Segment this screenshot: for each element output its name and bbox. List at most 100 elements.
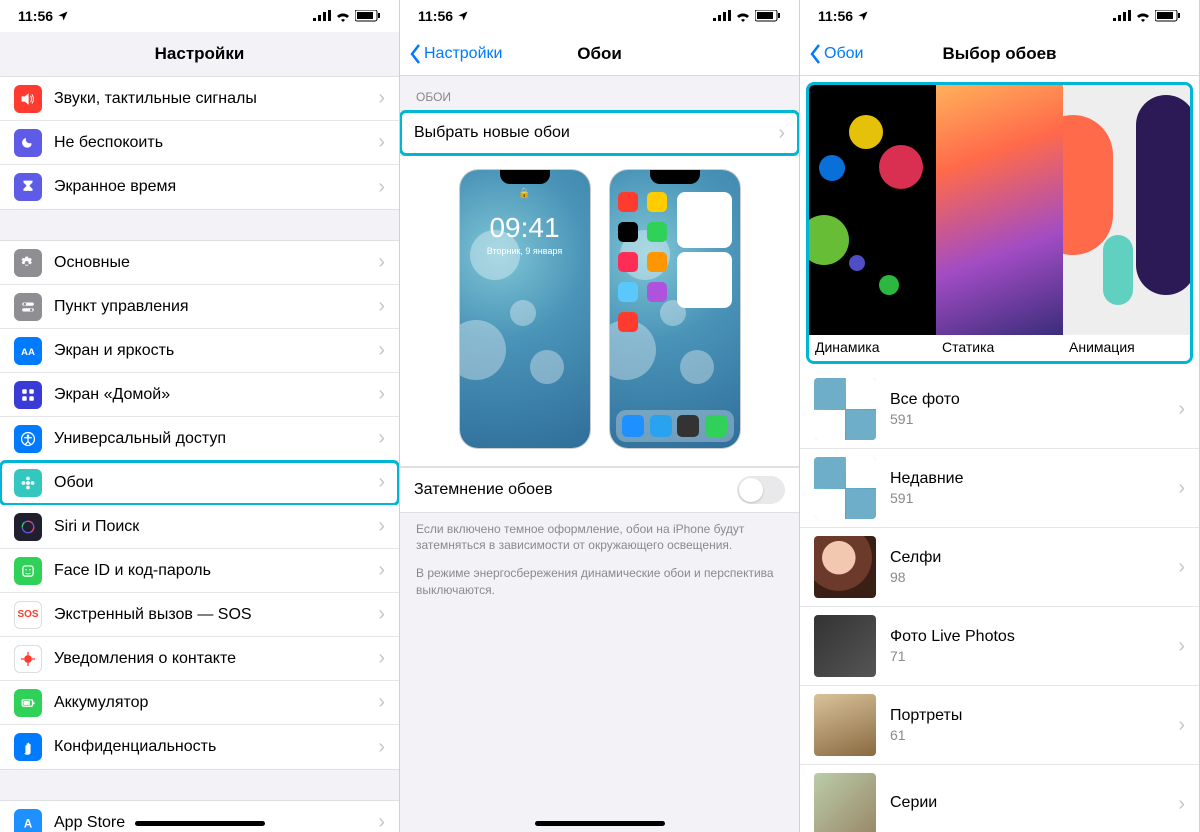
category-label: Анимация [1063,335,1190,361]
row-label: Уведомления о контакте [54,650,370,668]
status-right-icons [1113,10,1181,22]
album-thumb [814,378,876,440]
status-bar: 11:56 [400,0,799,32]
battery-icon [14,689,42,717]
category-label: Статика [936,335,1063,361]
faceid-icon [14,557,42,585]
appstore-icon: A [14,809,42,832]
footnote-1: Если включено темное оформление, обои на… [400,513,799,557]
album-row-all[interactable]: Все фото591› [800,370,1199,449]
battery-icon [355,10,381,22]
general-icon [14,249,42,277]
chevron-right-icon: › [378,691,385,714]
back-button[interactable]: Настройки [408,32,502,75]
album-count: 98 [890,569,941,585]
album-thumb [814,694,876,756]
dim-toggle[interactable] [737,476,785,504]
chevron-right-icon: › [1178,398,1185,421]
settings-row-sos[interactable]: SOSЭкстренный вызов — SOS› [0,593,399,637]
chevron-right-icon: › [1178,556,1185,579]
battery-icon [755,10,781,22]
chevron-right-icon: › [1178,477,1185,500]
album-name: Селфи [890,549,941,567]
display-icon: AA [14,337,42,365]
settings-row-general[interactable]: Основные› [0,241,399,285]
status-time: 11:56 [18,8,53,24]
album-row-burst[interactable]: Серии › [800,765,1199,832]
choose-new-wallpaper-row[interactable]: Выбрать новые обои › [400,111,799,155]
chevron-right-icon: › [378,603,385,626]
sounds-icon [14,85,42,113]
home-indicator[interactable] [535,821,665,826]
lock-icon: 🔒 [460,188,590,199]
settings-row-appstore[interactable]: AApp Store› [0,801,399,832]
navbar: Настройки [0,32,399,76]
album-name: Недавние [890,470,964,488]
photo-albums-list: Все фото591›Недавние591›Селфи98›Фото Liv… [800,370,1199,832]
chevron-right-icon: › [378,647,385,670]
album-row-selfie[interactable]: Селфи 98 › [800,528,1199,607]
settings-row-display[interactable]: AAЭкран и яркость› [0,329,399,373]
category-dynamic[interactable]: Динамика [809,85,936,361]
settings-row-control[interactable]: Пункт управления› [0,285,399,329]
settings-row-sounds[interactable]: Звуки, тактильные сигналы› [0,77,399,121]
chevron-right-icon: › [378,176,385,199]
chevron-left-icon [808,43,822,65]
album-name: Портреты [890,707,962,725]
album-thumb [814,536,876,598]
status-bar: 11:56 [800,0,1199,32]
row-label: Экран и яркость [54,342,370,360]
row-label: Конфиденциальность [54,738,370,756]
row-label: Не беспокоить [54,134,370,152]
lockscreen-preview[interactable]: 🔒 09:41 Вторник, 9 января [460,170,590,448]
status-right-icons [713,10,781,22]
back-button[interactable]: Обои [808,32,863,75]
chevron-right-icon: › [378,87,385,110]
settings-row-home[interactable]: Экран «Домой»› [0,373,399,417]
category-static[interactable]: Статика [936,85,1063,361]
settings-row-access[interactable]: Универсальный доступ › [0,417,399,461]
album-row-recent[interactable]: Недавние591› [800,449,1199,528]
row-label: Siri и Поиск [54,518,370,536]
album-count: 61 [890,727,962,743]
settings-row-faceid[interactable]: Face ID и код-пароль› [0,549,399,593]
content[interactable]: Динамика Статика Анимация Все фото591›Не… [800,76,1199,832]
home-icon [14,381,42,409]
album-name: Серии [890,794,937,812]
home-indicator[interactable] [135,821,265,826]
album-name: Все фото [890,391,960,409]
lock-date: Вторник, 9 января [460,246,590,256]
settings-row-wallpaper[interactable]: Обои› [0,461,399,505]
chevron-right-icon: › [1178,793,1185,816]
row-label: Универсальный доступ [54,430,370,448]
album-row-live[interactable]: Фото Live Photos71› [800,607,1199,686]
wallpaper-categories: Динамика Статика Анимация [806,82,1193,364]
wifi-icon [335,10,351,22]
back-label: Обои [824,45,863,63]
settings-row-dnd[interactable]: Не беспокоить› [0,121,399,165]
settings-row-exposure[interactable]: Уведомления о контакте › [0,637,399,681]
wifi-icon [735,10,751,22]
signal-icon [713,10,731,22]
back-label: Настройки [424,45,502,63]
settings-row-privacy[interactable]: Конфиденциальность › [0,725,399,769]
chevron-right-icon: › [1178,635,1185,658]
signal-icon [313,10,331,22]
album-row-portrait[interactable]: Портреты61› [800,686,1199,765]
status-time: 11:56 [818,8,853,24]
album-thumb [814,615,876,677]
sos-icon: SOS [14,601,42,629]
settings-row-siri[interactable]: Siri и Поиск› [0,505,399,549]
chevron-right-icon: › [378,736,385,759]
settings-row-screentime[interactable]: Экранное время› [0,165,399,209]
category-live[interactable]: Анимация [1063,85,1190,361]
page-title: Обои [577,44,622,64]
settings-row-battery[interactable]: Аккумулятор› [0,681,399,725]
settings-list[interactable]: Звуки, тактильные сигналы›Не беспокоить›… [0,76,399,832]
row-label: Затемнение обоев [414,481,737,499]
chevron-right-icon: › [378,427,385,450]
album-thumb [814,457,876,519]
homescreen-preview[interactable] [610,170,740,448]
exposure-icon [14,645,42,673]
status-bar: 11:56 [0,0,399,32]
